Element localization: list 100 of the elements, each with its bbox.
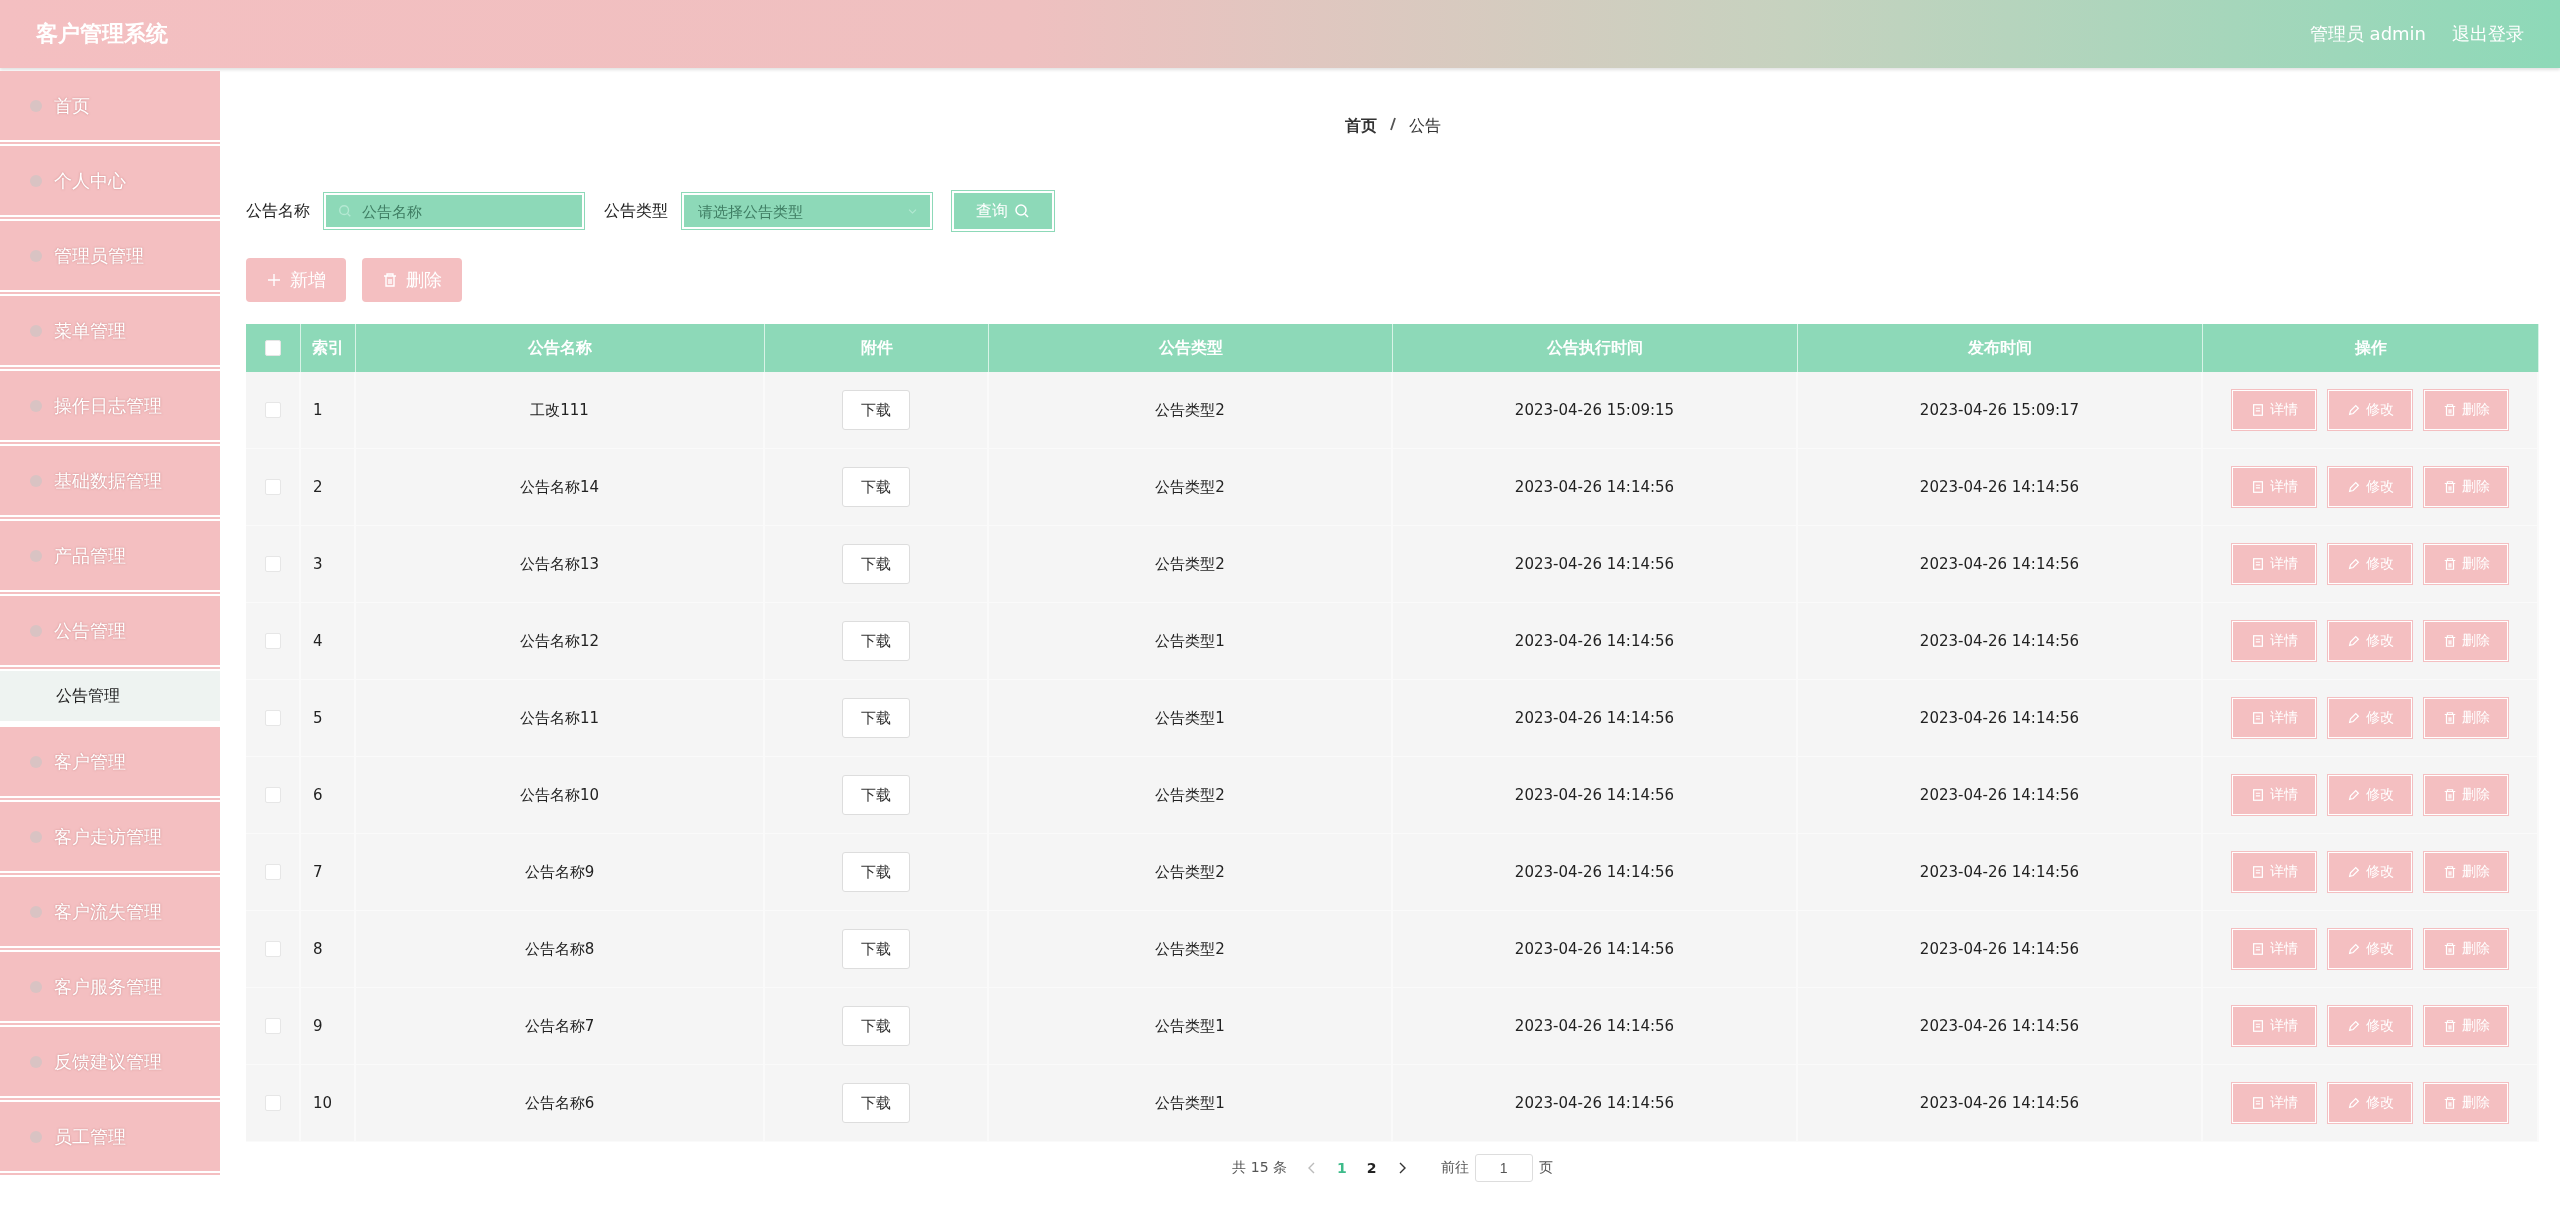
checkbox[interactable]: [264, 1095, 281, 1111]
download-button[interactable]: 下载: [842, 1006, 910, 1046]
table-cell: 2023-04-26 14:14:56: [1514, 555, 1675, 573]
edit-icon: [2346, 1096, 2361, 1110]
dot-icon: [30, 1130, 42, 1143]
search-button[interactable]: 查询: [952, 191, 1054, 231]
name-search-field[interactable]: 公告名称: [360, 201, 570, 221]
add-button[interactable]: 新增: [246, 258, 346, 302]
download-button[interactable]: 下载: [842, 852, 910, 892]
trash-icon: [2442, 1019, 2457, 1033]
edit-button[interactable]: 修改: [2328, 775, 2412, 815]
download-button[interactable]: 下载: [842, 775, 910, 815]
document-icon: [2250, 711, 2265, 725]
table-cell: 2023-04-26 14:14:56: [1919, 940, 2080, 958]
search-icon: [1014, 203, 1030, 219]
download-button[interactable]: 下载: [842, 929, 910, 969]
breadcrumb-item[interactable]: 首页: [1344, 116, 1377, 152]
edit-button[interactable]: 修改: [2328, 1006, 2412, 1046]
table-cell: 2023-04-26 14:14:56: [1514, 709, 1675, 727]
download-button[interactable]: 下载: [842, 544, 910, 584]
delete-button[interactable]: 删除: [2424, 698, 2508, 738]
edit-button[interactable]: 修改: [2328, 1083, 2412, 1123]
delete-button[interactable]: 删除: [2424, 929, 2508, 969]
edit-button[interactable]: 修改: [2328, 929, 2412, 969]
delete-button[interactable]: 删除: [362, 258, 462, 302]
edit-icon: [2346, 711, 2361, 725]
checkbox[interactable]: [264, 556, 281, 572]
table-cell: 公告名称13: [519, 554, 600, 574]
dot-icon: [30, 755, 42, 768]
detail-button[interactable]: 详情: [2232, 775, 2316, 815]
edit-button[interactable]: 修改: [2328, 390, 2412, 430]
detail-button[interactable]: 详情: [2232, 390, 2316, 430]
edit-button[interactable]: 修改: [2328, 544, 2412, 584]
download-button[interactable]: 下载: [842, 1083, 910, 1123]
download-button[interactable]: 下载: [842, 698, 910, 738]
document-icon: [2250, 480, 2265, 494]
table-cell: 公告名称6: [524, 1093, 595, 1113]
table-cell: 公告类型2: [1155, 785, 1225, 805]
delete-button[interactable]: 删除: [2424, 467, 2508, 507]
page-input[interactable]: 1: [1474, 1154, 1533, 1182]
delete-button[interactable]: 删除: [2424, 390, 2508, 430]
detail-button[interactable]: 详情: [2232, 1083, 2316, 1123]
table-cell: 公告类型1: [1155, 708, 1225, 728]
page-number[interactable]: 1: [1337, 1160, 1347, 1176]
detail-button[interactable]: 详情: [2232, 621, 2316, 661]
table-cell: 2023-04-26 14:14:56: [1514, 632, 1675, 650]
edit-icon: [2346, 1019, 2361, 1033]
edit-button[interactable]: 修改: [2328, 621, 2412, 661]
checkbox[interactable]: [264, 633, 281, 649]
edit-button[interactable]: 修改: [2328, 467, 2412, 507]
name-search-field[interactable]: 公告名称: [324, 193, 584, 229]
detail-button[interactable]: 详情: [2232, 929, 2316, 969]
delete-button[interactable]: 删除: [2424, 1006, 2508, 1046]
table-cell: 2023-04-26 14:14:56: [1919, 632, 2080, 650]
checkbox[interactable]: [264, 1018, 281, 1034]
document-icon: [2250, 634, 2265, 648]
table-cell: 公告名称14: [519, 477, 600, 497]
checkbox[interactable]: [265, 340, 281, 356]
delete-button[interactable]: 删除: [2424, 1083, 2508, 1123]
breadcrumb-item: 公告: [1408, 116, 1441, 137]
trash-icon: [2442, 557, 2457, 571]
download-button[interactable]: 下载: [842, 390, 910, 430]
edit-icon: [2346, 865, 2361, 879]
detail-button[interactable]: 详情: [2232, 544, 2316, 584]
table-cell: 公告类型2: [1155, 862, 1225, 882]
dot-icon: [30, 399, 42, 412]
checkbox[interactable]: [264, 710, 281, 726]
table-cell: 公告类型2: [1155, 554, 1225, 574]
checkbox[interactable]: [264, 864, 281, 880]
edit-button[interactable]: 修改: [2328, 852, 2412, 892]
dot-icon: [30, 174, 42, 187]
delete-button[interactable]: 删除: [2424, 775, 2508, 815]
table-cell: 2023-04-26 14:14:56: [1514, 478, 1675, 496]
checkbox[interactable]: [264, 479, 281, 495]
table-cell: 2023-04-26 15:09:15: [1514, 401, 1675, 419]
checkbox[interactable]: [264, 787, 281, 803]
type-select[interactable]: 请选择公告类型: [682, 193, 932, 229]
column-header: 公告名称: [528, 337, 592, 359]
dot-icon: [30, 324, 42, 337]
detail-button[interactable]: 详情: [2232, 852, 2316, 892]
detail-button[interactable]: 详情: [2232, 467, 2316, 507]
edit-button[interactable]: 修改: [2328, 698, 2412, 738]
table-cell: 2023-04-26 14:14:56: [1919, 786, 2080, 804]
detail-button[interactable]: 详情: [2232, 698, 2316, 738]
delete-button[interactable]: 删除: [2424, 852, 2508, 892]
edit-icon: [2346, 480, 2361, 494]
document-icon: [2250, 788, 2265, 802]
delete-button[interactable]: 删除: [2424, 621, 2508, 661]
type-select[interactable]: 请选择公告类型: [696, 201, 899, 221]
logout-link[interactable]: 退出登录: [2452, 22, 2524, 46]
checkbox[interactable]: [264, 402, 281, 418]
download-button[interactable]: 下载: [842, 467, 910, 507]
detail-button[interactable]: 详情: [2232, 1006, 2316, 1046]
download-button[interactable]: 下载: [842, 621, 910, 661]
checkbox[interactable]: [264, 941, 281, 957]
submenu-item[interactable]: 公告管理: [0, 671, 220, 721]
page-number[interactable]: 2: [1366, 1160, 1377, 1176]
delete-button[interactable]: 删除: [2424, 544, 2508, 584]
dot-icon: [30, 549, 42, 562]
app-title: 客户管理系统: [36, 20, 168, 48]
